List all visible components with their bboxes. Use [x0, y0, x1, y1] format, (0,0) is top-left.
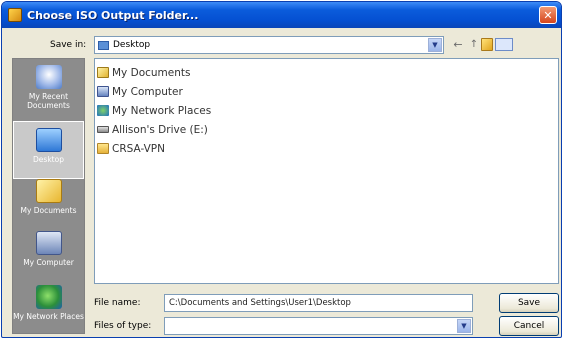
file-name-label: File name: — [94, 298, 141, 308]
app-icon — [8, 8, 22, 22]
list-item[interactable]: My Computer — [97, 84, 183, 99]
save-in-value: Desktop — [113, 40, 151, 50]
file-list[interactable]: My Documents My Computer My Network Plac… — [94, 58, 559, 284]
title-bar[interactable]: Choose ISO Output Folder... ✕ — [2, 2, 561, 28]
list-item-label: My Documents — [112, 66, 191, 79]
list-item-label: Allison's Drive (E:) — [112, 123, 208, 136]
choose-folder-dialog: Choose ISO Output Folder... ✕ Save in: D… — [1, 1, 562, 338]
my-documents-icon — [97, 67, 109, 78]
place-my-documents[interactable]: My Documents — [13, 179, 84, 215]
close-button[interactable]: ✕ — [539, 6, 557, 24]
list-item-label: CRSA-VPN — [112, 142, 165, 155]
place-label: My Recent Documents — [27, 92, 70, 110]
new-folder-icon[interactable] — [481, 38, 493, 51]
network-places-icon — [35, 285, 62, 309]
list-item[interactable]: My Network Places — [97, 103, 211, 118]
files-of-type-label: Files of type: — [94, 321, 152, 331]
place-label: My Documents — [20, 206, 77, 215]
place-label: Desktop — [33, 155, 64, 164]
desktop-icon — [35, 128, 62, 152]
network-places-icon — [97, 105, 109, 116]
list-item-label: My Network Places — [112, 104, 212, 117]
cancel-button[interactable]: Cancel — [499, 316, 559, 336]
chevron-down-icon[interactable]: ▼ — [428, 38, 442, 52]
place-desktop[interactable]: Desktop — [13, 121, 84, 179]
up-folder-icon[interactable]: ↑ — [468, 38, 480, 51]
list-item-label: My Computer — [112, 85, 183, 98]
places-bar: My Recent Documents Desktop My Documents… — [12, 58, 85, 334]
files-of-type-dropdown[interactable]: ▼ — [164, 317, 473, 335]
drive-icon — [97, 126, 109, 133]
recent-documents-icon — [35, 65, 62, 89]
list-item[interactable]: CRSA-VPN — [97, 141, 165, 156]
folder-icon — [97, 143, 109, 154]
views-menu-icon[interactable] — [495, 38, 513, 51]
place-my-network-places[interactable]: My Network Places — [13, 285, 84, 321]
place-my-computer[interactable]: My Computer — [13, 231, 84, 267]
back-arrow-icon[interactable]: ← — [452, 38, 464, 51]
place-label: My Network Places — [13, 312, 84, 321]
place-label: My Computer — [23, 258, 74, 267]
list-item[interactable]: My Documents — [97, 65, 190, 80]
my-computer-icon — [97, 86, 109, 97]
file-name-field[interactable]: C:\Documents and Settings\User1\Desktop — [164, 294, 473, 312]
dialog-title: Choose ISO Output Folder... — [27, 8, 199, 22]
my-computer-icon — [35, 231, 62, 255]
chevron-down-icon[interactable]: ▼ — [457, 319, 471, 333]
my-documents-icon — [35, 179, 62, 203]
save-in-dropdown[interactable]: Desktop ▼ — [94, 36, 444, 54]
save-in-label: Save in: — [50, 40, 87, 50]
list-item[interactable]: Allison's Drive (E:) — [97, 122, 208, 137]
place-my-recent-documents[interactable]: My Recent Documents — [13, 65, 84, 110]
desktop-icon — [98, 40, 109, 50]
save-button[interactable]: Save — [499, 293, 559, 313]
